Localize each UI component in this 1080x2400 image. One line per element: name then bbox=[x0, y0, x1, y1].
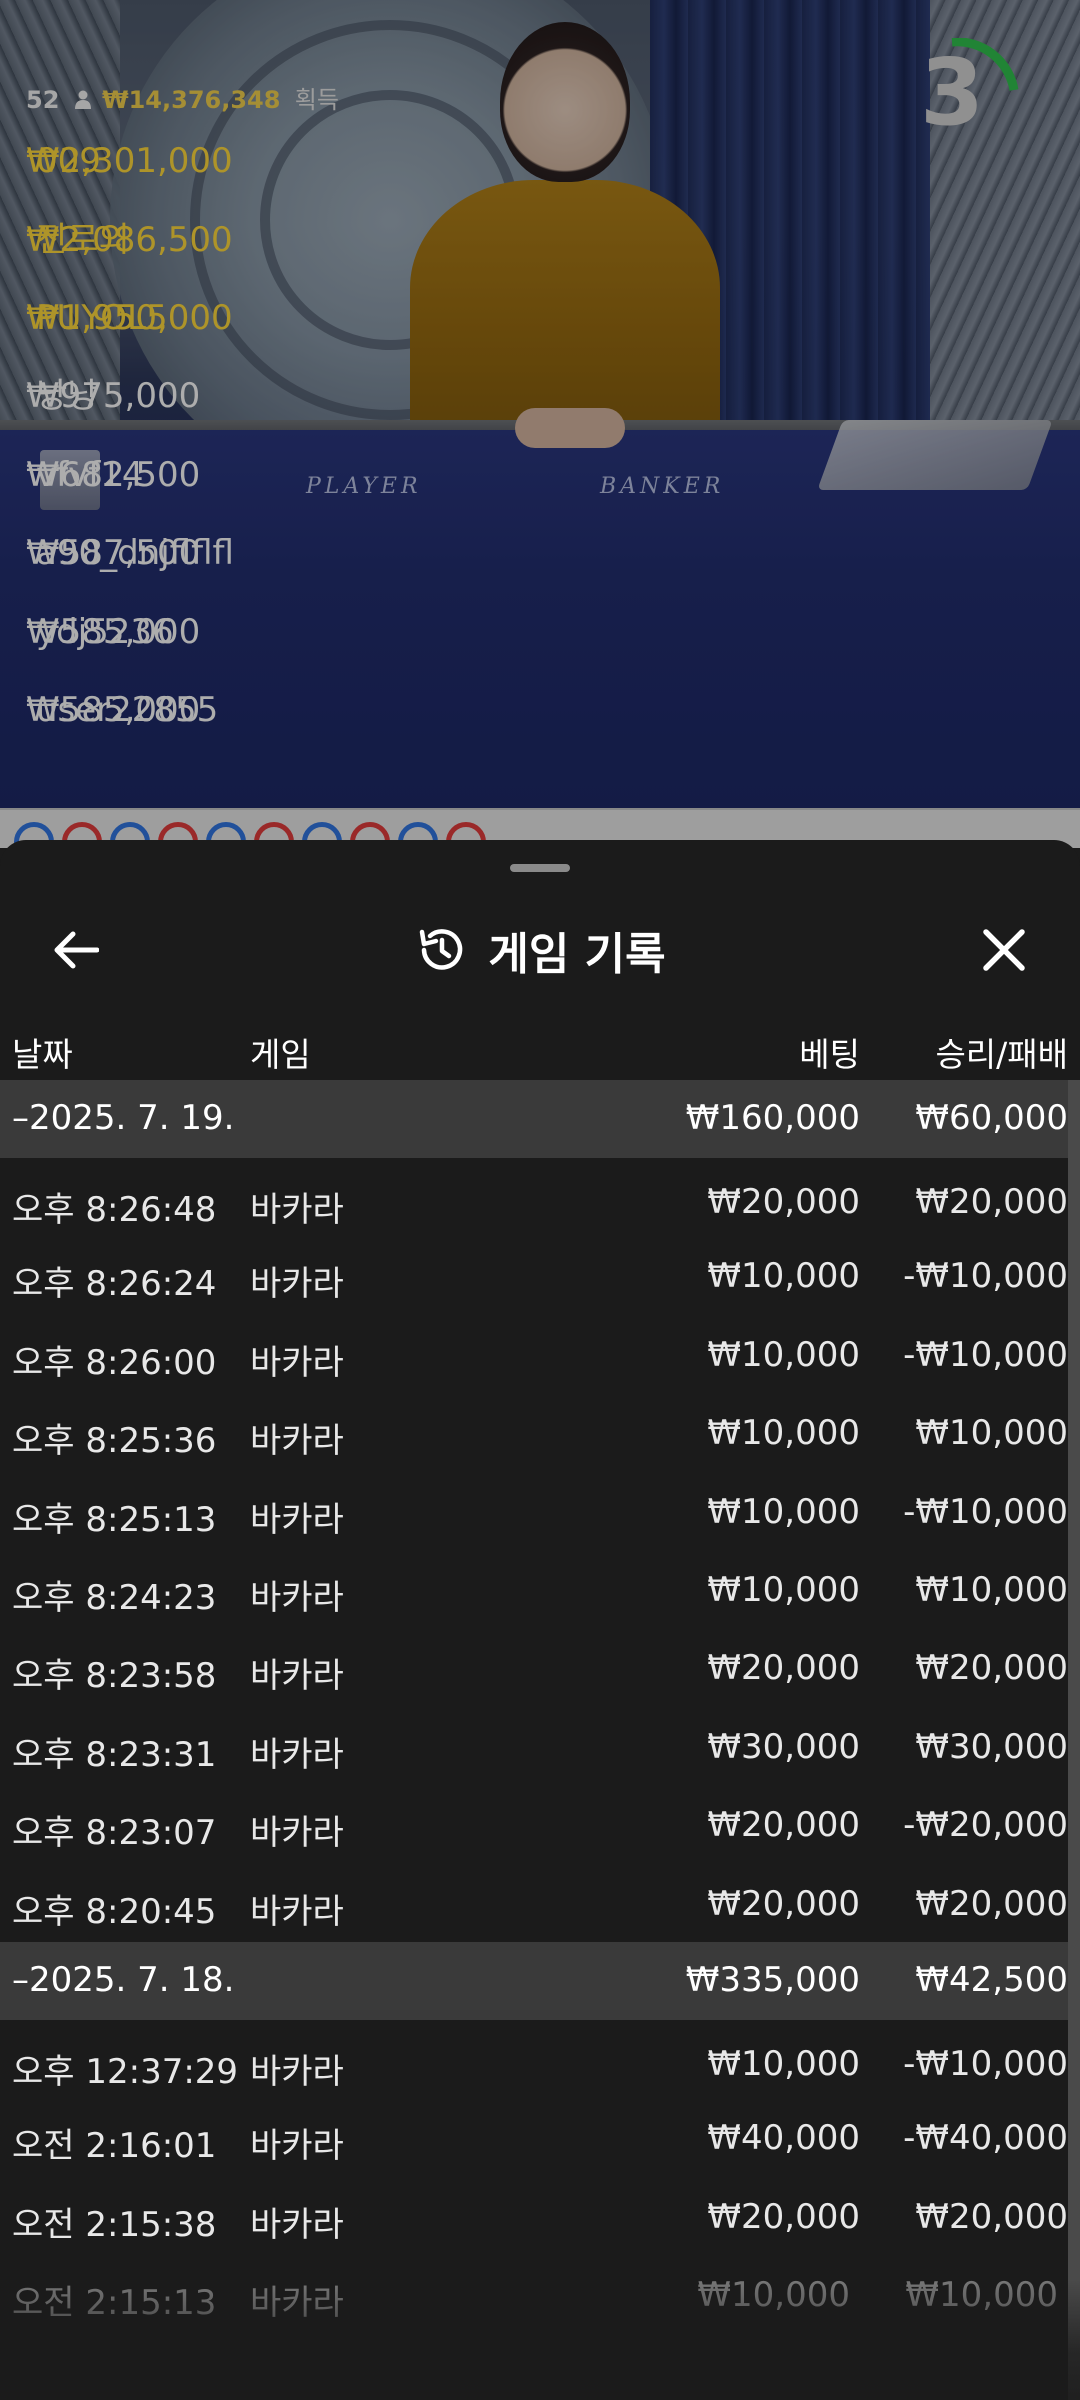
row-result: ₩10,000 bbox=[915, 1413, 1068, 1454]
row-game: 바카라 bbox=[250, 2204, 344, 2245]
row-bet: ₩10,000 bbox=[707, 1413, 860, 1454]
row-game: 바카라 bbox=[250, 2283, 344, 2324]
row-result: -₩10,000 bbox=[903, 1334, 1068, 1375]
history-row[interactable]: 오후 8:26:48 바카라 ₩20,000 ₩20,000 bbox=[0, 1158, 1070, 1236]
column-header-winloss: 승리/패배 bbox=[935, 1035, 1068, 1074]
history-row[interactable]: 오후 8:26:00 바카라 ₩10,000 -₩10,000 bbox=[0, 1315, 1070, 1393]
row-time: 오후 8:23:58 bbox=[12, 1656, 217, 1697]
history-icon bbox=[420, 929, 463, 970]
row-game: 바카라 bbox=[250, 1656, 344, 1697]
history-row[interactable]: 오후 8:23:07 바카라 ₩20,000 -₩20,000 bbox=[0, 1785, 1070, 1863]
row-game: 바카라 bbox=[250, 1813, 344, 1854]
row-game: 바카라 bbox=[250, 1499, 344, 1540]
row-time: 오후 8:25:13 bbox=[12, 1499, 217, 1540]
row-time: 오후 8:24:23 bbox=[12, 1577, 217, 1618]
history-row[interactable]: 오후 8:23:31 바카라 ₩30,000 ₩30,000 bbox=[0, 1707, 1070, 1785]
row-bet: ₩20,000 bbox=[707, 1182, 860, 1222]
column-header-bet: 베팅 bbox=[799, 1035, 860, 1074]
row-time: 오후 8:23:07 bbox=[12, 1813, 217, 1854]
row-bet: ₩10,000 bbox=[707, 1569, 860, 1610]
history-row[interactable]: 오후 8:23:58 바카라 ₩20,000 ₩20,000 bbox=[0, 1628, 1070, 1706]
row-game: 바카라 bbox=[250, 1421, 344, 1462]
row-bet: ₩30,000 bbox=[707, 1726, 860, 1767]
row-game: 바카라 bbox=[250, 1190, 344, 1230]
history-scrollbar[interactable] bbox=[1068, 1080, 1080, 2400]
group-bet-total: ₩160,000 bbox=[685, 1098, 860, 1138]
group-date: –2025. 7. 18. bbox=[12, 1959, 235, 2000]
group-win-total: ₩42,500 bbox=[915, 1959, 1068, 2000]
column-header-date: 날짜 bbox=[12, 1035, 73, 1074]
history-row[interactable]: 오후 12:37:29 바카라 ₩10,000 -₩10,000 bbox=[0, 2020, 1070, 2098]
history-row[interactable]: 오후 8:25:13 바카라 ₩10,000 -₩10,000 bbox=[0, 1472, 1070, 1550]
row-bet: ₩20,000 bbox=[707, 2196, 860, 2237]
sheet-title: 게임 기록 bbox=[488, 929, 666, 980]
history-row[interactable]: 오전 2:15:13 바카라 ₩10,000 ₩10,000 bbox=[0, 2255, 1070, 2333]
row-time: 오후 12:37:29 bbox=[12, 2051, 239, 2092]
row-time: 오전 2:15:13 bbox=[12, 2283, 217, 2324]
row-game: 바카라 bbox=[250, 1264, 344, 1305]
row-time: 오후 8:26:48 bbox=[12, 1190, 217, 1230]
history-list[interactable]: –2025. 7. 19. ₩160,000 ₩60,000 오후 8:26:48 바카… bbox=[0, 1080, 1080, 2333]
row-time: 오후 8:26:24 bbox=[12, 1264, 217, 1305]
row-bet: ₩10,000 bbox=[707, 1334, 860, 1375]
row-time: 오후 8:23:31 bbox=[12, 1734, 217, 1775]
row-result: ₩20,000 bbox=[915, 1883, 1068, 1924]
row-bet: ₩40,000 bbox=[707, 2118, 860, 2159]
history-row[interactable]: 오후 8:25:36 바카라 ₩10,000 ₩10,000 bbox=[0, 1393, 1070, 1471]
group-date: –2025. 7. 19. bbox=[12, 1098, 235, 1138]
row-result: ₩10,000 bbox=[915, 1569, 1068, 1610]
close-button[interactable] bbox=[974, 920, 1034, 980]
history-row[interactable]: 오전 2:15:38 바카라 ₩20,000 ₩20,000 bbox=[0, 2177, 1070, 2255]
row-result: -₩40,000 bbox=[903, 2118, 1068, 2159]
game-history-sheet: 게임 기록 날짜 게임 베팅 승리/패배 –2025. 7. 19. ₩160,0… bbox=[0, 840, 1080, 2400]
history-row[interactable]: 오후 8:20:45 바카라 ₩20,000 ₩20,000 bbox=[0, 1864, 1070, 1942]
row-result: ₩20,000 bbox=[915, 1648, 1068, 1689]
row-game: 바카라 bbox=[250, 1891, 344, 1932]
row-game: 바카라 bbox=[250, 1734, 344, 1775]
date-group-row[interactable]: –2025. 7. 19. ₩160,000 ₩60,000 bbox=[0, 1080, 1070, 1158]
sheet-header: 게임 기록 bbox=[0, 890, 1080, 1000]
row-result: ₩30,000 bbox=[915, 1726, 1068, 1767]
row-time: 오후 8:25:36 bbox=[12, 1421, 217, 1462]
row-bet: ₩10,000 bbox=[707, 1256, 860, 1297]
row-game: 바카라 bbox=[250, 2126, 344, 2167]
row-bet: ₩20,000 bbox=[707, 1883, 860, 1924]
row-result: -₩20,000 bbox=[903, 1805, 1068, 1846]
row-time: 오후 8:20:45 bbox=[12, 1891, 217, 1932]
close-icon bbox=[983, 929, 1025, 971]
row-game: 바카라 bbox=[250, 2051, 344, 2092]
history-row[interactable]: 오후 8:24:23 바카라 ₩10,000 ₩10,000 bbox=[0, 1550, 1070, 1628]
row-result: -₩10,000 bbox=[903, 2043, 1068, 2084]
sheet-title-group: 게임 기록 bbox=[0, 920, 1080, 980]
row-time: 오전 2:15:38 bbox=[12, 2204, 217, 2245]
row-time: 오후 8:26:00 bbox=[12, 1342, 217, 1383]
row-bet: ₩10,000 bbox=[707, 2043, 860, 2084]
row-bet: ₩10,000 bbox=[707, 1491, 860, 1532]
sheet-drag-handle[interactable] bbox=[510, 864, 570, 872]
history-row[interactable]: 오전 2:16:01 바카라 ₩40,000 -₩40,000 bbox=[0, 2098, 1070, 2176]
row-game: 바카라 bbox=[250, 1342, 344, 1383]
history-row[interactable]: 오후 8:26:24 바카라 ₩10,000 -₩10,000 bbox=[0, 1236, 1070, 1314]
group-win-total: ₩60,000 bbox=[915, 1098, 1068, 1138]
row-result: ₩10,000 bbox=[905, 2275, 1058, 2316]
date-group-row[interactable]: –2025. 7. 18. ₩335,000 ₩42,500 bbox=[0, 1941, 1070, 2020]
app-root: PLAYER BANKER 52 ₩14,376,348 획득 ₩2,301,0… bbox=[0, 0, 1080, 2400]
row-bet: ₩20,000 bbox=[707, 1805, 860, 1846]
group-bet-total: ₩335,000 bbox=[685, 1959, 860, 2000]
row-bet: ₩10,000 bbox=[697, 2275, 850, 2316]
column-header-row: 날짜 게임 베팅 승리/패배 bbox=[0, 1012, 1080, 1080]
row-result: ₩20,000 bbox=[915, 2196, 1068, 2237]
row-result: ₩20,000 bbox=[915, 1182, 1068, 1222]
row-game: 바카라 bbox=[250, 1577, 344, 1618]
row-result: -₩10,000 bbox=[903, 1491, 1068, 1532]
row-time: 오전 2:16:01 bbox=[12, 2126, 217, 2167]
row-result: -₩10,000 bbox=[903, 1256, 1068, 1297]
row-bet: ₩20,000 bbox=[707, 1648, 860, 1689]
column-header-game: 게임 bbox=[250, 1035, 311, 1074]
modal-backdrop[interactable] bbox=[0, 0, 1080, 848]
